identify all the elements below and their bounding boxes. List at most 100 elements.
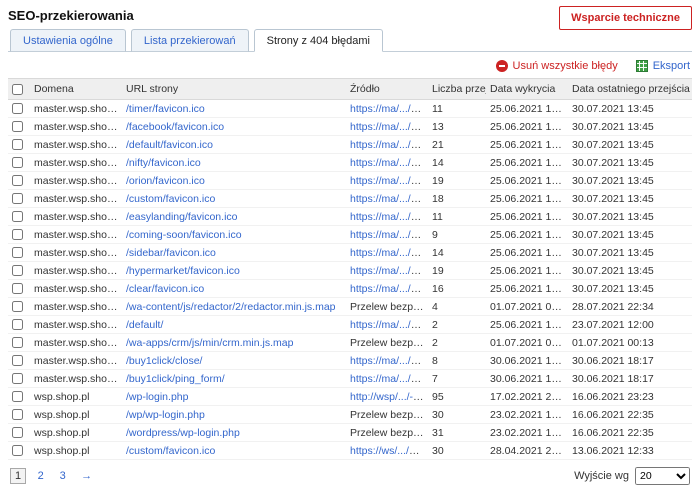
source-link[interactable]: https://ma/.../syst/site/ xyxy=(350,175,428,187)
url-link[interactable]: /default/favicon.ico xyxy=(126,139,213,151)
row-checkbox[interactable] xyxy=(12,301,23,312)
url-cell: /default/ xyxy=(122,316,346,334)
url-link[interactable]: /buy1click/ping_form/ xyxy=(126,373,225,385)
page-button[interactable]: 1 xyxy=(10,468,26,484)
url-link[interactable]: /facebook/favicon.ico xyxy=(126,121,224,133)
page-button[interactable]: → xyxy=(77,469,96,483)
source-link[interactable]: https://ma/.../syst/site/ xyxy=(350,265,428,277)
url-link[interactable]: /wp-login.php xyxy=(126,391,188,403)
url-link[interactable]: /custom/favicon.ico xyxy=(126,193,215,205)
url-link[interactable]: /easylanding/favicon.ico xyxy=(126,211,238,223)
tab-redirect-list[interactable]: Lista przekierowań xyxy=(131,29,249,52)
url-link[interactable]: /clear/favicon.ico xyxy=(126,283,204,295)
source-cell: https://ma/.../syst/site/ xyxy=(346,172,428,190)
row-checkbox[interactable] xyxy=(12,157,23,168)
source-link[interactable]: https://ma/.../syst/site/ xyxy=(350,157,428,169)
last-visit-date-cell: 28.07.2021 22:34 xyxy=(568,298,692,316)
row-checkbox[interactable] xyxy=(12,211,23,222)
source-link[interactable]: https://ma/.../syst/site/ xyxy=(350,211,428,223)
row-checkbox[interactable] xyxy=(12,373,23,384)
url-link[interactable]: /nifty/favicon.ico xyxy=(126,157,201,169)
source-link[interactable]: https://ws/.../syst/site/ xyxy=(350,445,428,457)
row-checkbox[interactable] xyxy=(12,103,23,114)
column-header-label: Data ostatniego przejścia xyxy=(572,83,690,95)
row-checkbox[interactable] xyxy=(12,121,23,132)
url-link[interactable]: /timer/favicon.ico xyxy=(126,103,205,115)
visit-count-cell: 2 xyxy=(428,334,486,352)
url-link[interactable]: /coming-soon/favicon.ico xyxy=(126,229,242,241)
url-cell: /default/favicon.ico xyxy=(122,136,346,154)
table-row: master.wsp.shop.pl /wa-content/js/redact… xyxy=(8,298,692,316)
delete-all-errors-button[interactable]: Usuń wszystkie błędy xyxy=(496,60,618,72)
row-checkbox[interactable] xyxy=(12,337,23,348)
tab-general-settings[interactable]: Ustawienia ogólne xyxy=(10,29,126,52)
table-row: master.wsp.shop.pl /facebook/favicon.ico… xyxy=(8,118,692,136)
table-row: master.wsp.shop.pl /orion/favicon.ico ht… xyxy=(8,172,692,190)
url-link[interactable]: /default/ xyxy=(126,319,163,331)
column-header-count[interactable]: Liczba przejść xyxy=(428,79,486,100)
row-checkbox[interactable] xyxy=(12,265,23,276)
source-link[interactable]: https://ma/.../ategory/1/ xyxy=(350,373,428,385)
last-visit-date-cell: 13.06.2021 12:33 xyxy=(568,442,692,460)
url-link[interactable]: /wa-content/js/redactor/2/redactor.min.j… xyxy=(126,301,336,313)
table-row: wsp.shop.pl /wordpress/wp-login.php Prze… xyxy=(8,424,692,442)
row-checkbox[interactable] xyxy=(12,175,23,186)
row-checkbox[interactable] xyxy=(12,229,23,240)
per-page-select[interactable]: 20 xyxy=(635,467,690,485)
source-link[interactable]: https://ma/.../syst/site/ xyxy=(350,139,428,151)
source-link[interactable]: https://ma/.../syst/site/ xyxy=(350,283,428,295)
source-link[interactable]: https://ma/.../syst/site/ xyxy=(350,247,428,259)
source-cell: https://ma/.../ategory/1/ xyxy=(346,352,428,370)
table-row: master.wsp.shop.pl /nifty/favicon.ico ht… xyxy=(8,154,692,172)
column-header-source[interactable]: Źródło xyxy=(346,79,428,100)
source-link[interactable]: https://ma/.../syst/site/ xyxy=(350,121,428,133)
row-checkbox[interactable] xyxy=(12,445,23,456)
last-visit-date-cell: 30.07.2021 13:45 xyxy=(568,208,692,226)
domain-cell: master.wsp.shop.pl xyxy=(30,172,122,190)
row-checkbox-cell xyxy=(8,262,30,280)
export-button[interactable]: Eksport xyxy=(636,60,690,72)
source-link[interactable]: http://wsp/.../-login.php xyxy=(350,391,428,403)
source-link[interactable]: https://ma/.../torefronts xyxy=(350,319,428,331)
url-link[interactable]: /wp/wp-login.php xyxy=(126,409,205,421)
table-row: master.wsp.shop.pl /default/ https://ma/… xyxy=(8,316,692,334)
source-link[interactable]: https://ma/.../syst/site/ xyxy=(350,103,428,115)
page-button[interactable]: 2 xyxy=(33,469,48,483)
source-link[interactable]: https://ma/.../syst/site/ xyxy=(350,229,428,241)
column-header-last-visit[interactable]: Data ostatniego przejścia▼ xyxy=(568,79,692,100)
domain-cell: master.wsp.shop.pl xyxy=(30,244,122,262)
detected-date-cell: 25.06.2021 14:53 xyxy=(486,154,568,172)
row-checkbox[interactable] xyxy=(12,319,23,330)
last-visit-date-cell: 30.07.2021 13:45 xyxy=(568,172,692,190)
url-link[interactable]: /orion/favicon.ico xyxy=(126,175,205,187)
source-link[interactable]: https://ma/.../syst/site/ xyxy=(350,193,428,205)
visit-count-cell: 30 xyxy=(428,442,486,460)
column-header-label: Liczba przejść xyxy=(432,83,486,95)
row-checkbox[interactable] xyxy=(12,355,23,366)
row-checkbox[interactable] xyxy=(12,139,23,150)
detected-date-cell: 17.02.2021 23:00 xyxy=(486,388,568,406)
url-link[interactable]: /buy1click/close/ xyxy=(126,355,202,367)
url-link[interactable]: /hypermarket/favicon.ico xyxy=(126,265,240,277)
url-link[interactable]: /custom/favicon.ico xyxy=(126,445,215,457)
url-cell: /sidebar/favicon.ico xyxy=(122,244,346,262)
row-checkbox[interactable] xyxy=(12,283,23,294)
row-checkbox[interactable] xyxy=(12,391,23,402)
column-header-domain[interactable]: Domena xyxy=(30,79,122,100)
select-all-checkbox[interactable] xyxy=(12,84,23,95)
url-link[interactable]: /wordpress/wp-login.php xyxy=(126,427,240,439)
row-checkbox[interactable] xyxy=(12,193,23,204)
last-visit-date-cell: 30.07.2021 13:45 xyxy=(568,262,692,280)
tab-404-pages[interactable]: Strony z 404 błędami xyxy=(254,29,383,52)
source-link[interactable]: https://ma/.../ategory/1/ xyxy=(350,355,428,367)
url-link[interactable]: /wa-apps/crm/js/min/crm.min.js.map xyxy=(126,337,293,349)
table-row: wsp.shop.pl /wp-login.php http://wsp/...… xyxy=(8,388,692,406)
row-checkbox[interactable] xyxy=(12,409,23,420)
column-header-detected[interactable]: Data wykrycia xyxy=(486,79,568,100)
row-checkbox[interactable] xyxy=(12,247,23,258)
page-button[interactable]: 3 xyxy=(55,469,70,483)
row-checkbox[interactable] xyxy=(12,427,23,438)
column-header-url[interactable]: URL strony xyxy=(122,79,346,100)
support-button[interactable]: Wsparcie techniczne xyxy=(559,6,692,30)
url-link[interactable]: /sidebar/favicon.ico xyxy=(126,247,216,259)
